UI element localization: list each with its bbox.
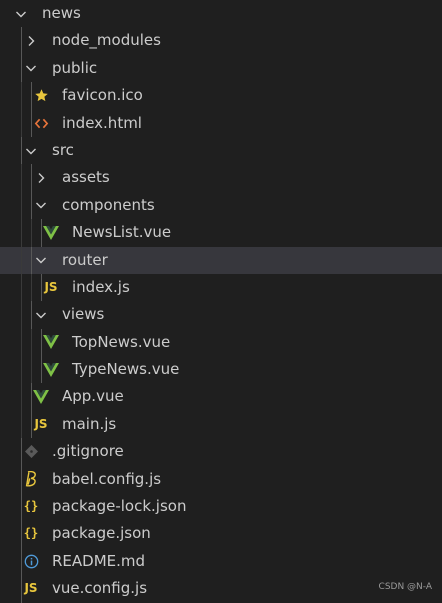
tree-folder-node-modules[interactable]: node_modules	[0, 27, 442, 55]
chevron-down-icon[interactable]	[22, 55, 40, 82]
tree-file-topnews-vue[interactable]: TopNews.vue	[0, 328, 442, 357]
tree-item-label: main.js	[62, 414, 117, 433]
js-icon: JS	[32, 411, 50, 438]
tree-item-label: App.vue	[62, 387, 124, 406]
file-explorer-tree: news node_modulespublic favicon.ico index.h…	[0, 0, 442, 603]
chevron-down-icon[interactable]	[22, 137, 40, 164]
indent-guide	[31, 328, 32, 357]
tree-item-label: news	[42, 4, 81, 22]
tree-file-readme-md[interactable]: README.md	[0, 547, 442, 576]
tree-folder-public[interactable]: public	[0, 54, 442, 83]
indent-guide	[21, 191, 22, 220]
indent-guide	[21, 328, 22, 357]
vue-icon	[42, 356, 60, 383]
tree-item-label: index.js	[72, 277, 130, 296]
tree-file-index-js[interactable]: JS index.js	[0, 273, 442, 302]
json-icon: {}	[22, 520, 40, 547]
indent-guide	[21, 356, 22, 384]
indent-guide	[21, 383, 22, 411]
indent-guide	[21, 301, 22, 329]
indent-guide	[21, 164, 22, 192]
tree-item-label: package-lock.json	[52, 497, 187, 516]
js-icon-glyph: JS	[44, 279, 58, 294]
tree-item-label: node_modules	[52, 31, 161, 50]
tree-item-label: public	[52, 58, 98, 77]
vue-icon	[32, 383, 50, 410]
js-icon: JS	[22, 575, 40, 602]
tree-item-label: TypeNews.vue	[72, 360, 180, 379]
json-icon-glyph: {}	[23, 526, 39, 541]
chevron-down-icon[interactable]	[12, 0, 30, 27]
tree-file-vue-config-js[interactable]: JS vue.config.js	[0, 575, 442, 603]
chevron-right-icon[interactable]	[32, 164, 50, 191]
tree-item-label: index.html	[62, 113, 142, 132]
js-icon-glyph: JS	[24, 581, 38, 596]
tree-file-app-vue[interactable]: App.vue	[0, 383, 442, 411]
git-icon	[22, 438, 40, 465]
tree-folder-assets[interactable]: assets	[0, 164, 442, 192]
vue-icon	[42, 329, 60, 356]
tree-item-label: .gitignore	[52, 442, 124, 461]
tree-item-label: TopNews.vue	[72, 332, 171, 351]
tree-folder-src[interactable]: src	[0, 136, 442, 165]
indent-guide	[21, 273, 22, 302]
indent-guide	[31, 356, 32, 384]
tree-file-package-json[interactable]: {} package.json	[0, 520, 442, 548]
tree-item-label: babel.config.js	[52, 469, 162, 488]
tree-item-label: package.json	[52, 524, 151, 543]
indent-guide	[21, 219, 22, 247]
json-icon: {}	[22, 493, 40, 520]
tree-item-label: favicon.ico	[62, 86, 143, 105]
chevron-right-icon[interactable]	[22, 27, 40, 54]
chevron-down-icon[interactable]	[32, 192, 50, 219]
js-icon: JS	[42, 274, 60, 301]
chevron-down-icon[interactable]	[32, 247, 50, 274]
json-icon-glyph: {}	[23, 499, 39, 514]
tree-item-label: router	[62, 250, 108, 269]
tree-item-label: components	[62, 195, 155, 214]
indent-guide	[21, 82, 22, 110]
info-icon	[22, 548, 40, 575]
star-icon	[32, 82, 50, 109]
tree-file-package-lock-json[interactable]: {} package-lock.json	[0, 493, 442, 521]
tree-file-index-html[interactable]: index.html	[0, 109, 442, 137]
watermark: CSDN @N-A	[378, 582, 432, 592]
tree-item-label: views	[62, 305, 105, 324]
tree-folder-views[interactable]: views	[0, 301, 442, 329]
js-icon-glyph: JS	[34, 416, 48, 431]
tree-file-typenews-vue[interactable]: TypeNews.vue	[0, 356, 442, 384]
tree-folder-router[interactable]: router	[0, 246, 442, 274]
tree-folder-components[interactable]: components	[0, 191, 442, 220]
tree-item-label: README.md	[52, 551, 146, 570]
indent-guide	[21, 109, 22, 137]
tree-file-main-js[interactable]: JS main.js	[0, 410, 442, 439]
tree-file-gitignore[interactable]: .gitignore	[0, 438, 442, 466]
tree-item-label: assets	[62, 168, 110, 187]
chevron-down-icon[interactable]	[32, 301, 50, 328]
tree-item-label: NewsList.vue	[72, 223, 172, 242]
html-icon	[32, 110, 50, 137]
indent-guide	[31, 219, 32, 247]
tree-file-favicon-ico[interactable]: favicon.ico	[0, 82, 442, 110]
tree-folder-news[interactable]: news	[0, 0, 442, 27]
babel-icon	[22, 466, 40, 493]
vue-icon	[42, 219, 60, 246]
tree-file-babel-config-js[interactable]: babel.config.js	[0, 465, 442, 494]
indent-guide	[21, 246, 22, 274]
indent-guide	[31, 273, 32, 302]
tree-item-label: src	[52, 140, 74, 159]
indent-guide	[21, 410, 22, 439]
tree-file-newslist-vue[interactable]: NewsList.vue	[0, 219, 442, 247]
tree-item-label: vue.config.js	[52, 579, 148, 598]
